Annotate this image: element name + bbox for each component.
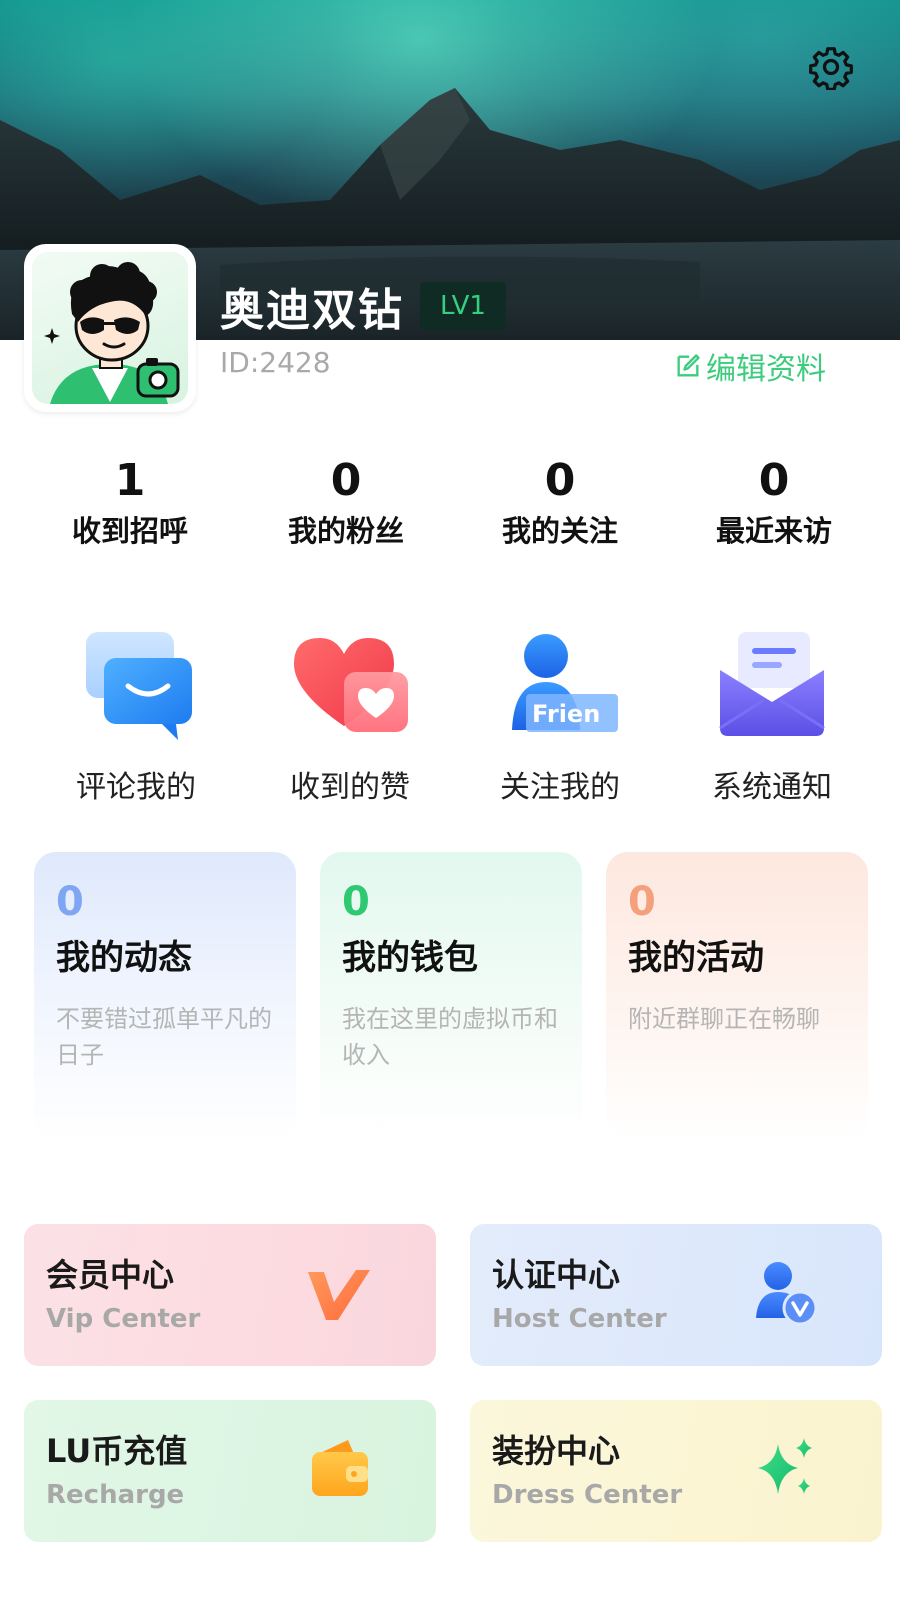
friend-icon-text: Frien [532,700,600,728]
card-desc: 我在这里的虚拟币和收入 [342,1005,558,1069]
user-id: ID:2428 [220,346,331,379]
avatar-image [32,252,188,404]
sparkle-icon [750,1434,820,1504]
card-my-activities[interactable]: 0 我的活动 附近群聊正在畅聊 [606,852,868,1140]
settings-button[interactable] [808,44,858,94]
dress-center-tile[interactable]: 装扮中心 Dress Center [470,1400,882,1542]
gear-icon [809,47,853,90]
stat-label: 收到招呼 [71,514,188,548]
friend-user-icon: Frien [490,630,630,750]
edit-icon [677,354,700,377]
quick-label: 收到的赞 [290,770,410,805]
stat-value: 0 [758,455,790,506]
host-center-tile[interactable]: 认证中心 Host Center [470,1224,882,1366]
chat-bubble-icon [66,630,206,750]
stat-following[interactable]: 0 我的关注 [470,456,650,550]
cartoon-avatar-icon [44,262,180,404]
stat-label: 最近来访 [715,514,832,548]
stat-visitors[interactable]: 0 最近来访 [684,456,864,550]
card-my-wallet[interactable]: 0 我的钱包 我在这里的虚拟币和收入 [320,852,582,1140]
level-badge: LV1 [420,282,506,330]
quick-label: 系统通知 [712,770,832,805]
edit-profile-button[interactable]: 编辑资料 [674,344,826,388]
vip-v-icon [304,1258,374,1328]
wallet-icon [304,1434,374,1504]
stat-value: 0 [544,455,576,506]
card-title: 我的活动 [628,938,764,978]
quick-label: 评论我的 [76,770,196,805]
stats-row: 1 收到招呼 0 我的粉丝 0 我的关注 0 最近来访 [0,456,900,556]
quick-comments[interactable]: 评论我的 [36,630,236,806]
mail-envelope-icon [702,630,842,750]
quick-actions: 评论我的 收到的赞 Frien 关注我的 系统通知 [0,630,900,810]
avatar[interactable] [24,244,196,412]
stat-value: 0 [330,455,362,506]
card-desc: 附近群聊正在畅聊 [628,1005,820,1033]
card-count: 0 [56,879,84,925]
quick-label: 关注我的 [500,770,620,805]
username: 奥迪双钻 [220,285,404,336]
card-title: 我的钱包 [342,938,478,978]
card-desc: 不要错过孤单平凡的日子 [56,1005,272,1069]
recharge-tile[interactable]: LU币充值 Recharge [24,1400,436,1542]
edit-profile-label: 编辑资料 [706,352,826,387]
quick-likes[interactable]: 收到的赞 [250,630,450,806]
vip-center-tile[interactable]: 会员中心 Vip Center [24,1224,436,1366]
stat-label: 我的粉丝 [287,514,404,548]
heart-icon [280,630,420,750]
card-count: 0 [342,879,370,925]
card-title: 我的动态 [56,938,192,978]
stat-label: 我的关注 [501,514,618,548]
stat-fans[interactable]: 0 我的粉丝 [256,456,436,550]
card-count: 0 [628,879,656,925]
quick-followers[interactable]: Frien 关注我的 [460,630,660,806]
verified-user-icon [750,1258,820,1328]
stat-greetings[interactable]: 1 收到招呼 [40,456,220,550]
stat-value: 1 [114,455,146,506]
quick-notifications[interactable]: 系统通知 [672,630,872,806]
card-my-posts[interactable]: 0 我的动态 不要错过孤单平凡的日子 [34,852,296,1140]
